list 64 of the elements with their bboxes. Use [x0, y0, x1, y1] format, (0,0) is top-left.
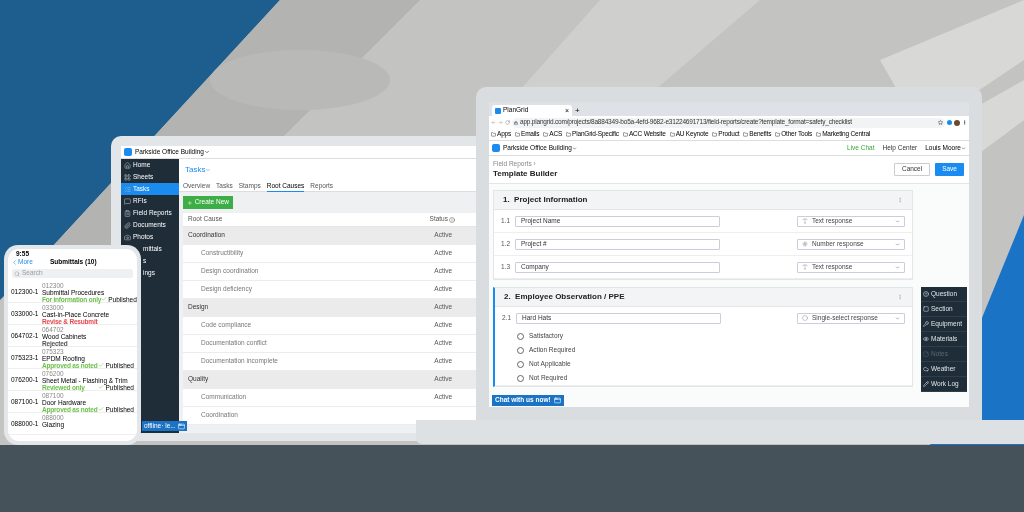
tool-icon	[923, 291, 929, 297]
back-icon	[11, 258, 18, 266]
folder-icon	[743, 132, 749, 137]
reload-icon[interactable]	[505, 120, 510, 125]
caret-icon	[961, 145, 966, 151]
extension-icon[interactable]	[947, 120, 952, 125]
nav-icon	[124, 197, 131, 205]
folder-icon	[816, 132, 822, 137]
tool-icon	[923, 306, 929, 312]
folder-icon	[566, 132, 572, 137]
check-icon	[101, 296, 108, 302]
favicon-icon	[495, 107, 501, 114]
response-type-icon	[802, 315, 808, 321]
new-tab-button[interactable]: +	[575, 107, 580, 115]
nav-icon	[124, 233, 131, 241]
app-logo-icon	[492, 144, 500, 152]
folder-icon	[712, 132, 718, 137]
caret-icon	[895, 241, 900, 247]
bookmark-icon[interactable]	[938, 120, 943, 125]
nav-icon	[124, 221, 131, 229]
folder-icon	[491, 132, 496, 137]
caret-icon	[895, 218, 900, 224]
search-icon	[14, 270, 20, 277]
folder-icon	[669, 132, 675, 137]
page-title: Template Builder	[493, 170, 558, 179]
response-type-icon	[802, 218, 808, 224]
avatar-icon[interactable]	[954, 119, 960, 126]
response-type-icon	[802, 264, 808, 270]
section-title: 1. Project Information	[503, 196, 588, 204]
plus-icon	[187, 199, 193, 206]
folder-icon	[515, 132, 520, 137]
caret-icon	[205, 167, 212, 173]
page-title[interactable]: Tasks	[185, 166, 212, 174]
section-title: 2. Employee Observation / PPE	[504, 293, 625, 301]
check-icon	[98, 362, 105, 368]
nav-icon	[124, 209, 131, 217]
tool-icon	[923, 366, 929, 372]
caret-icon	[203, 149, 210, 155]
folder-icon	[543, 132, 549, 137]
response-type-icon	[802, 241, 808, 247]
nav-icon	[124, 185, 131, 193]
back-icon[interactable]	[491, 120, 496, 125]
app-logo-icon	[124, 148, 132, 156]
tool-icon	[923, 351, 929, 357]
caret-icon	[571, 145, 577, 151]
check-icon	[98, 406, 105, 412]
more-icon[interactable]	[897, 197, 903, 203]
window-icon	[177, 422, 185, 430]
tool-icon	[923, 321, 929, 327]
nav-icon	[124, 161, 131, 169]
caret-icon	[895, 264, 900, 270]
menu-icon[interactable]	[962, 120, 967, 125]
caret-icon	[895, 315, 900, 321]
check-icon	[98, 384, 105, 390]
more-icon[interactable]	[897, 294, 903, 300]
tool-icon	[923, 381, 929, 387]
folder-icon	[622, 132, 628, 137]
info-icon	[449, 216, 455, 223]
tool-icon	[923, 336, 929, 342]
window-icon	[553, 397, 561, 404]
forward-icon[interactable]	[498, 120, 503, 125]
lock-icon	[514, 120, 518, 125]
nav-icon	[124, 173, 131, 181]
folder-icon	[775, 132, 781, 137]
